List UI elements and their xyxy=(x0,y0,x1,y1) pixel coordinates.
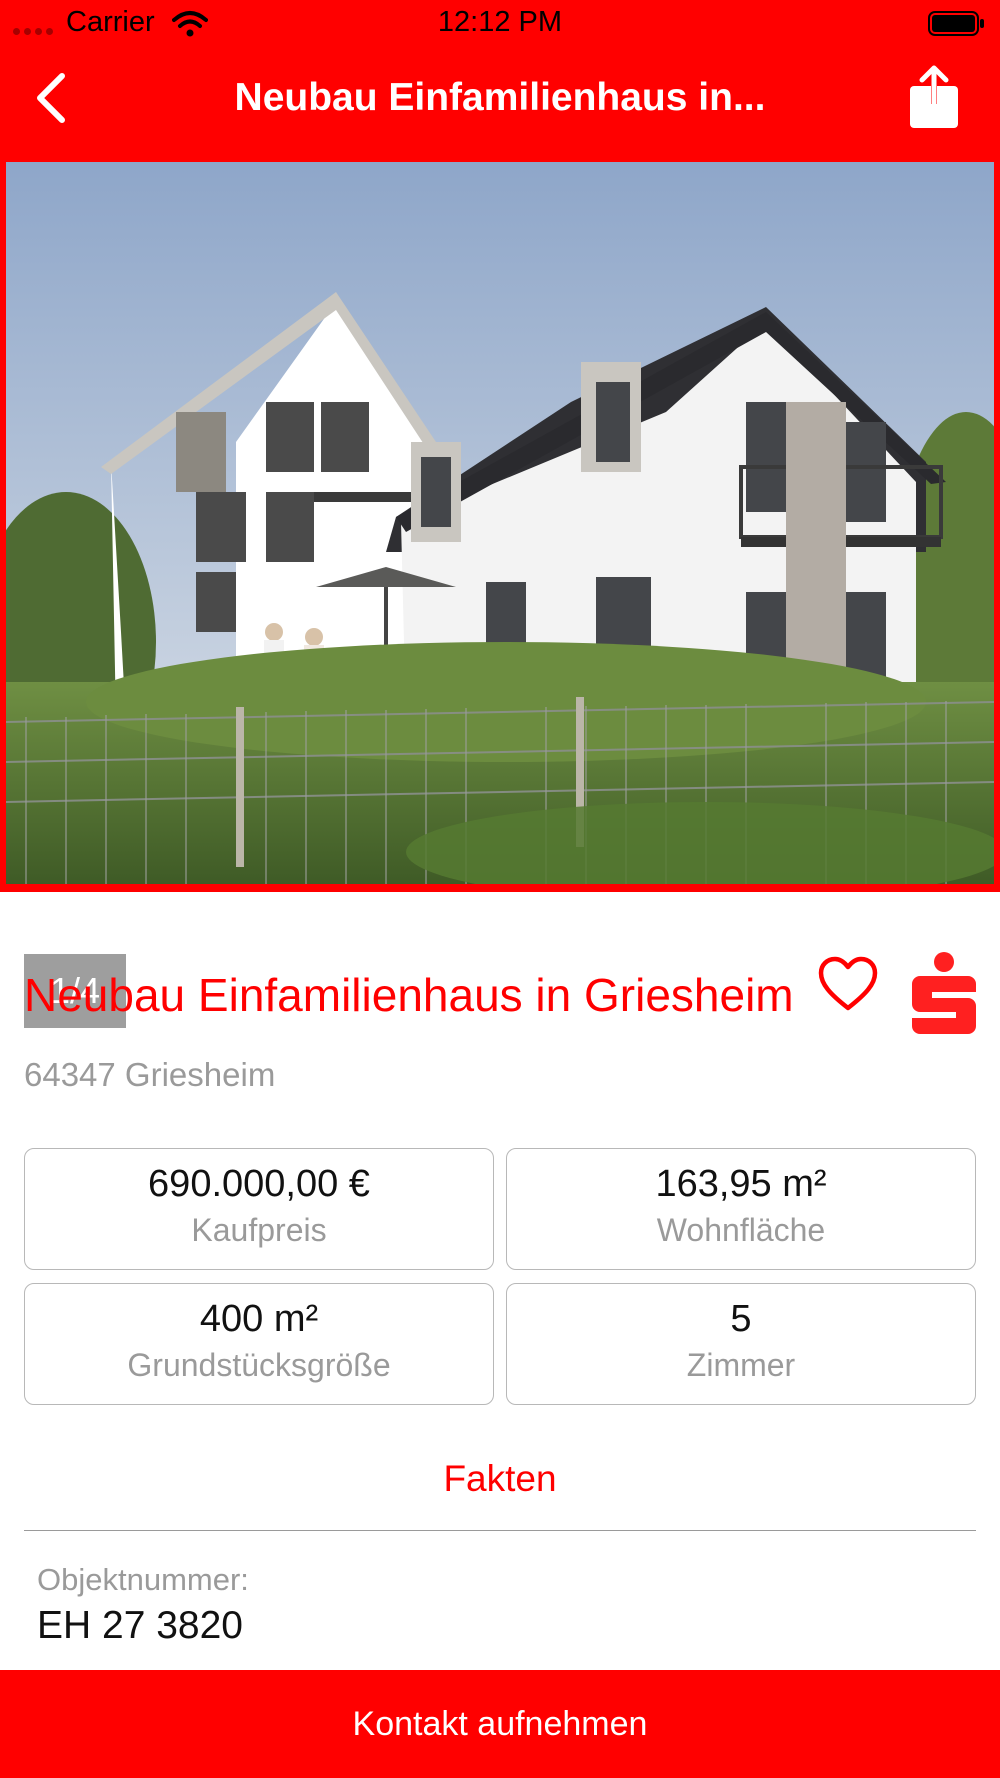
object-number-value: EH 27 3820 xyxy=(37,1604,243,1647)
fact-label: Grundstücksgröße xyxy=(127,1347,391,1383)
property-photo[interactable] xyxy=(6,162,994,884)
fact-card-price: 690.000,00 € Kaufpreis xyxy=(24,1148,494,1270)
fact-value: 400 m² xyxy=(199,1298,319,1340)
fact-card-living-area: 163,95 m² Wohnfläche xyxy=(506,1148,976,1270)
listing-title: Neubau Einfamilienhaus in Griesheim xyxy=(24,969,794,1021)
listing-location: 64347 Griesheim xyxy=(24,1056,276,1093)
fact-value: 690.000,00 € xyxy=(148,1163,370,1205)
fact-label: Kaufpreis xyxy=(191,1212,327,1248)
fact-card-rooms: 5 Zimmer xyxy=(506,1283,976,1405)
share-icon[interactable] xyxy=(908,64,960,130)
fact-label: Zimmer xyxy=(686,1347,796,1383)
favorite-button[interactable] xyxy=(794,924,902,1052)
section-divider xyxy=(24,1530,976,1531)
facts-section-heading[interactable]: Fakten xyxy=(0,1458,1000,1500)
object-number-label: Objektnummer: xyxy=(37,1562,249,1597)
sparkasse-logo-icon xyxy=(912,952,976,1034)
chevron-left-icon[interactable] xyxy=(30,70,76,126)
status-bar: Carrier 12:12 PM xyxy=(0,0,1000,48)
battery-icon xyxy=(928,11,984,36)
page-title: Neubau Einfamilienhaus in... xyxy=(234,76,766,119)
photo-gallery[interactable]: 1/4 xyxy=(0,160,1000,1052)
contact-button[interactable]: Kontakt aufnehmen xyxy=(0,1670,1000,1778)
heart-outline-icon xyxy=(818,956,878,1011)
app-header: Carrier 12:12 PM Neubau Einfamilienhaus … xyxy=(0,0,1000,160)
fact-card-plot-size: 400 m² Grundstücksgröße xyxy=(24,1283,494,1405)
fact-value: 5 xyxy=(730,1298,752,1340)
status-time: 12:12 PM xyxy=(437,6,563,38)
fact-label: Wohnfläche xyxy=(656,1212,826,1248)
fact-value: 163,95 m² xyxy=(655,1163,827,1205)
